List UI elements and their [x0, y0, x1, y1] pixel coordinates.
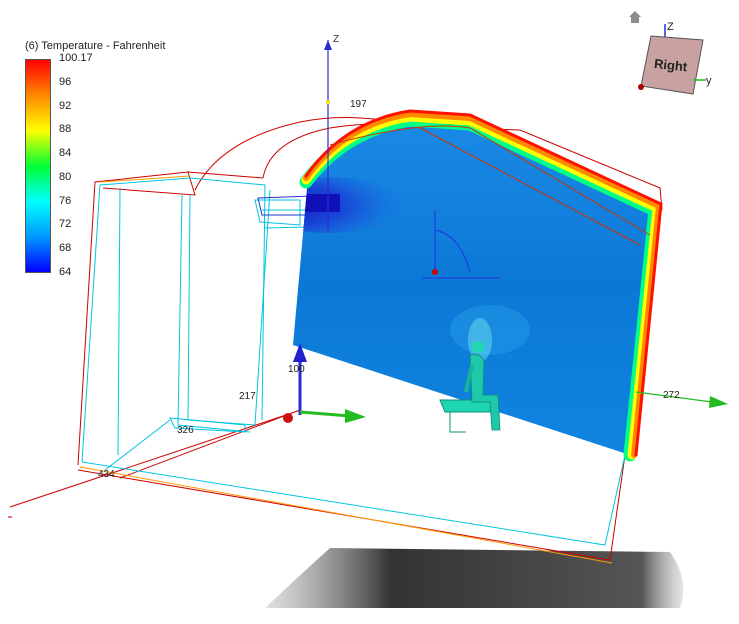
- legend-tick-label: 76: [59, 194, 72, 207]
- legend-tick-label: 84: [59, 147, 72, 160]
- legend-tick-label: 80: [59, 170, 72, 183]
- legend-title: (6) Temperature - Fahrenheit: [25, 40, 166, 52]
- legend-tick-label: 72: [59, 218, 72, 231]
- x-axis-line: [9, 412, 293, 508]
- legend-tick-label: 92: [59, 99, 72, 112]
- legend-tick-label: 68: [59, 242, 72, 255]
- legend-tick-label: 96: [59, 75, 72, 88]
- svg-text:217: 217: [239, 391, 256, 402]
- viewcube-origin: [638, 84, 644, 90]
- legend-tick-label: 64: [59, 266, 72, 278]
- svg-text:197: 197: [350, 99, 367, 110]
- viewcube-z-label: Z: [667, 21, 674, 33]
- svg-text:326: 326: [177, 425, 194, 436]
- floor-shadow: [265, 548, 684, 608]
- svg-text:100: 100: [288, 364, 305, 375]
- viewcube[interactable]: Z Right y: [614, 18, 724, 100]
- svg-text:272: 272: [663, 390, 680, 401]
- legend-tick-label: 100.17: [59, 52, 93, 64]
- color-scale-bar: [25, 59, 51, 273]
- svg-text:434: 434: [98, 469, 115, 480]
- svg-text:Z: Z: [333, 34, 339, 45]
- viewcube-y-label: y: [706, 75, 712, 87]
- legend-tick-label: 88: [59, 123, 72, 136]
